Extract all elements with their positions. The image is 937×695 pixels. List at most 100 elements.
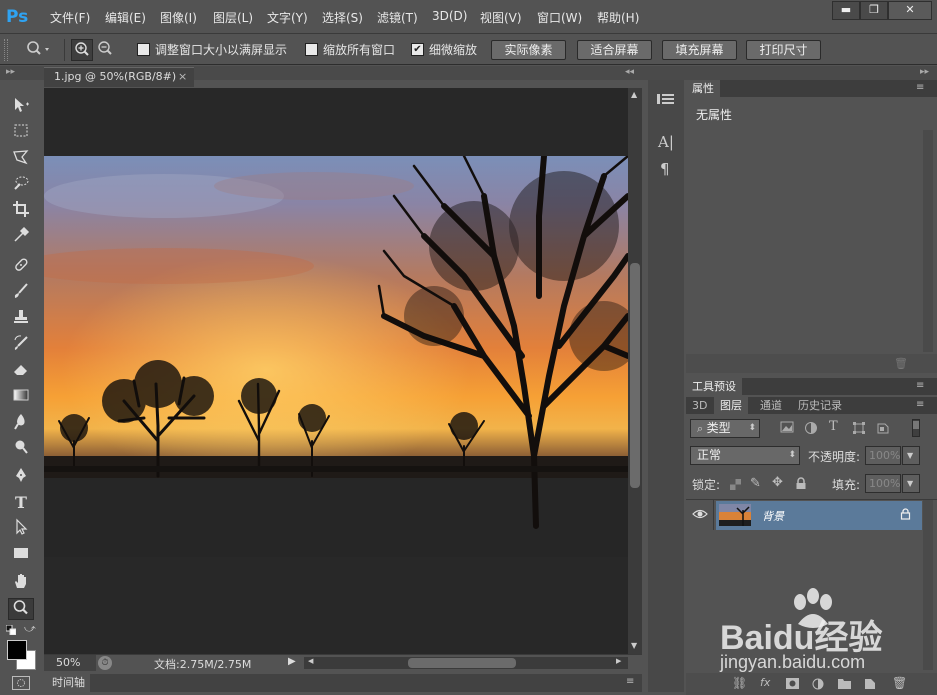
status-menu-arrow-icon[interactable]: ▶ xyxy=(288,656,296,667)
menu-help[interactable]: 帮助(H) xyxy=(597,9,639,26)
clone-stamp-tool-icon[interactable] xyxy=(8,308,34,330)
lock-position-icon[interactable]: ✥ xyxy=(772,475,783,490)
fill-dropdown-icon[interactable]: ▼ xyxy=(902,474,920,493)
menu-select[interactable]: 选择(S) xyxy=(322,9,363,26)
tab-properties[interactable]: 属性 xyxy=(686,80,720,97)
menu-window[interactable]: 窗口(W) xyxy=(537,9,582,26)
layer-filter-select[interactable]: ⌕ 类型 ⬍ xyxy=(690,419,760,438)
tab-channels[interactable]: 通道 xyxy=(754,397,788,414)
filter-adjustment-icon[interactable] xyxy=(804,421,818,435)
minimize-button[interactable]: ▬ xyxy=(832,1,860,20)
delete-icon[interactable]: 🗑 xyxy=(894,357,908,370)
layer-name[interactable]: 背景 xyxy=(762,508,784,524)
grip-handle[interactable] xyxy=(4,39,8,61)
fit-screen-button[interactable]: 适合屏幕 xyxy=(577,40,652,60)
lock-all-icon[interactable] xyxy=(795,477,807,490)
menu-image[interactable]: 图像(I) xyxy=(160,9,197,26)
rectangle-tool-icon[interactable] xyxy=(8,544,34,566)
crop-tool-icon[interactable] xyxy=(8,200,34,222)
pen-tool-icon[interactable] xyxy=(8,466,34,488)
layer-style-icon[interactable]: fx xyxy=(760,676,770,689)
filter-pixel-icon[interactable] xyxy=(780,421,794,435)
quick-selection-tool-icon[interactable] xyxy=(8,174,34,196)
timeline-menu-icon[interactable]: ≡ xyxy=(626,676,634,687)
layer-visibility-eye-icon[interactable] xyxy=(692,507,708,521)
gradient-tool-icon[interactable] xyxy=(8,386,34,408)
close-button[interactable]: ✕ xyxy=(888,1,932,20)
opacity-dropdown-icon[interactable]: ▼ xyxy=(902,446,920,465)
new-layer-icon[interactable] xyxy=(864,678,876,690)
menu-file[interactable]: 文件(F) xyxy=(50,9,90,26)
resize-windows-checkbox[interactable] xyxy=(137,43,150,56)
type-tool-icon[interactable]: T xyxy=(8,492,34,514)
canvas-area[interactable] xyxy=(44,88,628,654)
zoom-tool-icon[interactable] xyxy=(8,598,34,620)
paragraph-panel-icon[interactable]: ¶ xyxy=(660,160,670,178)
horizontal-scroll-thumb[interactable] xyxy=(408,658,516,668)
layer-row-background[interactable]: 背景 xyxy=(716,501,922,530)
menu-type[interactable]: 文字(Y) xyxy=(267,9,308,26)
menu-view[interactable]: 视图(V) xyxy=(480,9,522,26)
collapse-panel-icon[interactable]: ◂◂ xyxy=(625,67,634,77)
fill-screen-button[interactable]: 填充屏幕 xyxy=(662,40,737,60)
new-group-icon[interactable] xyxy=(838,678,851,689)
character-panel-icon[interactable]: A| xyxy=(658,133,674,151)
layers-menu-icon[interactable]: ≡ xyxy=(916,397,924,413)
print-size-button[interactable]: 打印尺寸 xyxy=(746,40,821,60)
opacity-input[interactable]: 100% xyxy=(865,446,901,465)
tab-layers[interactable]: 图层 xyxy=(714,397,748,414)
history-panel-icon[interactable] xyxy=(656,92,676,110)
fill-input[interactable]: 100% xyxy=(865,474,901,493)
filter-shape-icon[interactable] xyxy=(852,421,866,435)
path-selection-tool-icon[interactable] xyxy=(8,518,34,540)
link-layers-icon[interactable]: ⛓ xyxy=(732,676,747,690)
timeline-tab[interactable]: 时间轴 xyxy=(44,674,90,692)
move-tool-icon[interactable] xyxy=(8,96,34,118)
menu-3d[interactable]: 3D(D) xyxy=(432,9,467,23)
adjustment-layer-icon[interactable] xyxy=(812,678,824,690)
scroll-down-icon[interactable]: ▼ xyxy=(631,641,637,650)
scrubby-zoom-checkbox[interactable]: ✔ xyxy=(411,43,424,56)
menu-filter[interactable]: 滤镜(T) xyxy=(377,9,418,26)
hand-tool-icon[interactable] xyxy=(8,572,34,594)
properties-scrollbar[interactable] xyxy=(923,130,933,352)
zoom-in-icon[interactable] xyxy=(71,39,93,61)
default-colors-icon[interactable] xyxy=(5,624,17,636)
scroll-up-icon[interactable]: ▲ xyxy=(631,90,637,99)
expand-panels-icon[interactable]: ▸▸ xyxy=(920,67,929,77)
collapse-toolbar-icon[interactable]: ▸▸ xyxy=(6,67,15,77)
add-mask-icon[interactable] xyxy=(786,678,799,689)
zoom-out-icon[interactable] xyxy=(95,39,117,61)
scroll-right-icon[interactable]: ▶ xyxy=(616,657,621,665)
zoom-tool-preset-icon[interactable] xyxy=(24,40,52,60)
filter-toggle[interactable] xyxy=(912,419,920,437)
lock-transparent-icon[interactable] xyxy=(730,479,741,490)
marquee-tool-icon[interactable] xyxy=(8,122,34,144)
quick-mask-icon[interactable] xyxy=(12,676,30,690)
properties-menu-icon[interactable]: ≡ xyxy=(916,80,924,96)
menu-layer[interactable]: 图层(L) xyxy=(213,9,253,26)
swap-colors-icon[interactable]: ⤻ xyxy=(24,622,36,636)
delete-layer-icon[interactable]: 🗑 xyxy=(892,676,907,690)
tab-history[interactable]: 历史记录 xyxy=(792,397,848,414)
document-tab[interactable]: 1.jpg @ 50%(RGB/8#) × xyxy=(44,67,194,87)
timeline-panel[interactable]: 时间轴 ≡ xyxy=(44,674,642,692)
tab-tool-presets[interactable]: 工具预设 xyxy=(686,378,742,395)
blur-tool-icon[interactable] xyxy=(8,412,34,434)
zoom-all-checkbox[interactable] xyxy=(305,43,318,56)
menu-edit[interactable]: 编辑(E) xyxy=(105,9,146,26)
eraser-tool-icon[interactable] xyxy=(8,360,34,382)
filter-type-icon[interactable]: T xyxy=(829,419,838,434)
status-info-icon[interactable]: ⏱ xyxy=(98,656,112,670)
blend-mode-select[interactable]: 正常 ⬍ xyxy=(690,446,800,465)
eyedropper-tool-icon[interactable] xyxy=(8,226,34,248)
tab-close-icon[interactable]: × xyxy=(178,68,187,86)
actual-pixels-button[interactable]: 实际像素 xyxy=(491,40,566,60)
history-brush-tool-icon[interactable] xyxy=(8,334,34,356)
healing-brush-tool-icon[interactable] xyxy=(8,256,34,278)
tool-presets-menu-icon[interactable]: ≡ xyxy=(916,378,924,394)
maximize-button[interactable]: ❐ xyxy=(860,1,888,20)
lock-pixels-icon[interactable]: ✎ xyxy=(750,476,761,491)
tab-3d[interactable]: 3D xyxy=(686,397,713,414)
vertical-scrollbar[interactable]: ▲ ▼ xyxy=(628,88,642,654)
